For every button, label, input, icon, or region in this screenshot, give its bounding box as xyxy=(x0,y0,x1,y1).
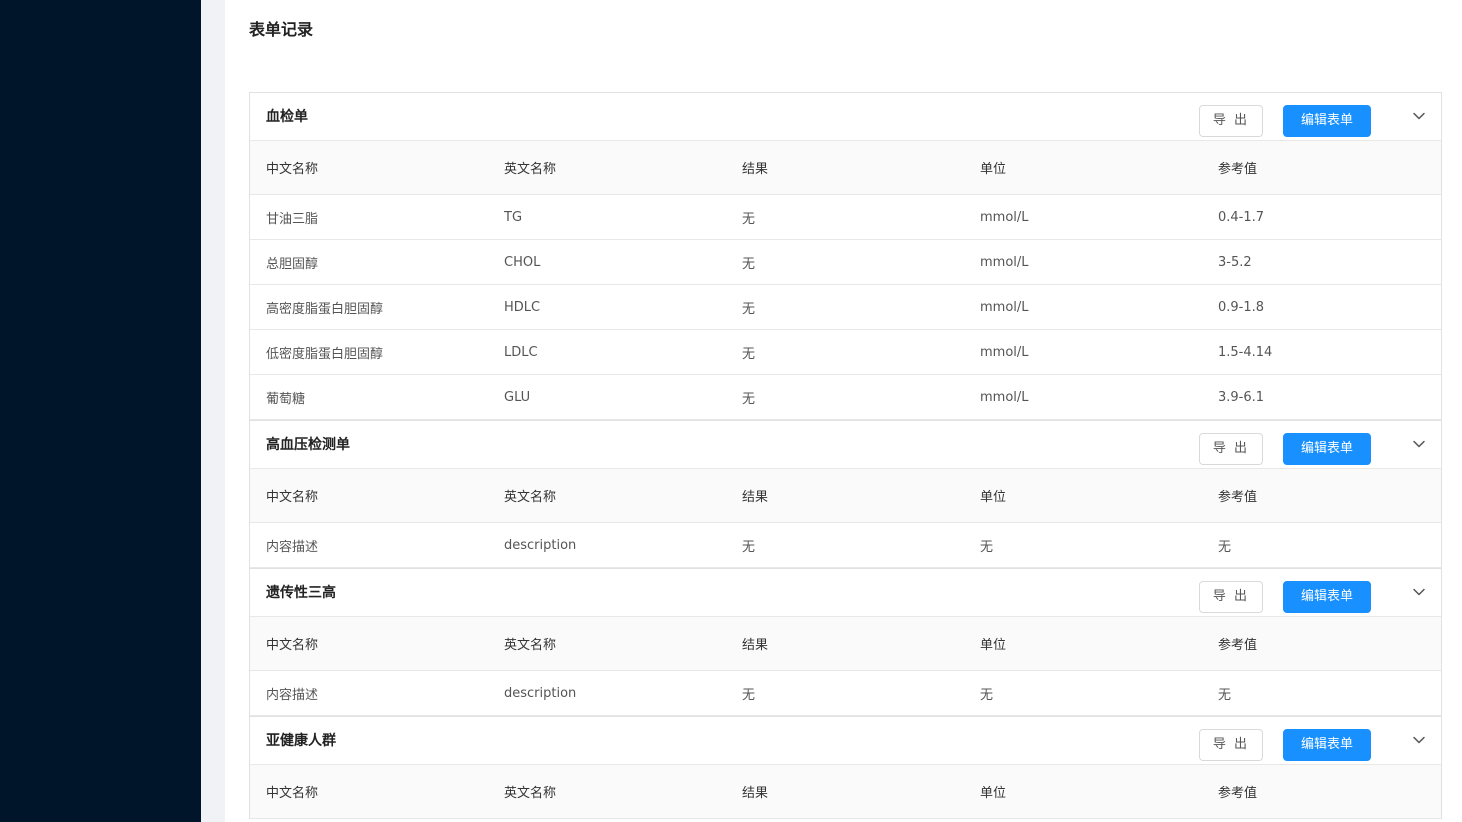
column-unit-cell: 无 xyxy=(980,687,994,703)
column-cn-name-cell: 内容描述 xyxy=(266,539,319,555)
column-unit-cell: 无 xyxy=(980,539,994,555)
column-unit-cell: mmol/L xyxy=(980,299,1029,315)
column-result-header: 结果 xyxy=(742,162,769,177)
table-body: 甘油三脂 TG 无 mmol/L 0.4-1.7 总胆固醇 CHOL 无 mmol/L 3-5.2… xyxy=(250,195,1441,420)
table-row: 总胆固醇 CHOL 无 mmol/L 3-5.2 xyxy=(250,240,1441,285)
table-row: 甘油三脂 TG 无 mmol/L 0.4-1.7 xyxy=(250,195,1441,240)
table-header-row: 中文名称 英文名称 结果 单位 参考值 xyxy=(250,617,1441,671)
column-result-cell: 无 xyxy=(742,211,756,227)
column-reference-cell: 0.9-1.8 xyxy=(1218,299,1265,315)
column-reference-cell: 无 xyxy=(1218,539,1232,555)
column-result-cell: 无 xyxy=(742,301,756,317)
column-result-cell: 无 xyxy=(742,256,756,272)
column-en-name-cell: description xyxy=(504,537,577,553)
column-cn-name-header: 中文名称 xyxy=(266,162,319,177)
table-body: 内容描述 description 无 无 无 xyxy=(250,523,1441,568)
chevron-down-icon[interactable] xyxy=(1412,585,1426,599)
table-header-row: 中文名称 英文名称 结果 单位 参考值 xyxy=(250,469,1441,523)
form-title: 亚健康人群 xyxy=(266,733,336,749)
column-cn-name-cell: 低密度脂蛋白胆固醇 xyxy=(266,346,384,362)
column-result-header: 结果 xyxy=(742,490,769,505)
column-reference-header: 参考值 xyxy=(1218,490,1258,505)
column-en-name-header: 英文名称 xyxy=(504,490,557,505)
form-panel: 高血压检测单 导 出 编辑表单 中文名称 英文名称 结果 单位 参考值 内容描述 desc… xyxy=(249,420,1442,568)
table-header-row: 中文名称 英文名称 结果 单位 参考值 xyxy=(250,141,1441,195)
column-unit-cell: mmol/L xyxy=(980,209,1029,225)
column-unit-cell: mmol/L xyxy=(980,389,1029,405)
form-panel-header[interactable]: 遗传性三高 导 出 编辑表单 xyxy=(250,569,1441,617)
column-result-cell: 无 xyxy=(742,346,756,362)
export-button[interactable]: 导 出 xyxy=(1199,729,1263,761)
column-unit-header: 单位 xyxy=(980,786,1007,801)
main-content: 表单记录 血检单 导 出 编辑表单 中文名称 英文名称 结果 单位 参考值 甘油三脂 TG… xyxy=(225,0,1462,822)
table-row: 高密度脂蛋白胆固醇 HDLC 无 mmol/L 0.9-1.8 xyxy=(250,285,1441,330)
column-en-name-header: 英文名称 xyxy=(504,786,557,801)
sidebar xyxy=(0,0,201,822)
column-en-name-cell: HDLC xyxy=(504,299,541,315)
column-cn-name-cell: 总胆固醇 xyxy=(266,256,319,272)
column-reference-header: 参考值 xyxy=(1218,162,1258,177)
column-unit-cell: mmol/L xyxy=(980,254,1029,270)
form-list: 血检单 导 出 编辑表单 中文名称 英文名称 结果 单位 参考值 甘油三脂 TG 无 mmol… xyxy=(249,92,1442,819)
page-title: 表单记录 xyxy=(249,20,314,39)
edit-form-button[interactable]: 编辑表单 xyxy=(1283,105,1371,137)
column-unit-header: 单位 xyxy=(980,638,1007,653)
column-result-cell: 无 xyxy=(742,539,756,555)
form-panel: 血检单 导 出 编辑表单 中文名称 英文名称 结果 单位 参考值 甘油三脂 TG 无 mmol… xyxy=(249,92,1442,420)
column-cn-name-cell: 高密度脂蛋白胆固醇 xyxy=(266,301,384,317)
form-title: 血检单 xyxy=(266,109,308,125)
column-result-header: 结果 xyxy=(742,786,769,801)
column-reference-cell: 3.9-6.1 xyxy=(1218,389,1265,405)
export-button[interactable]: 导 出 xyxy=(1199,433,1263,465)
column-en-name-header: 英文名称 xyxy=(504,162,557,177)
column-result-header: 结果 xyxy=(742,638,769,653)
form-panel: 遗传性三高 导 出 编辑表单 中文名称 英文名称 结果 单位 参考值 内容描述 descr… xyxy=(249,568,1442,716)
export-button[interactable]: 导 出 xyxy=(1199,581,1263,613)
form-panel-header[interactable]: 高血压检测单 导 出 编辑表单 xyxy=(250,421,1441,469)
chevron-down-icon[interactable] xyxy=(1412,437,1426,451)
column-unit-header: 单位 xyxy=(980,162,1007,177)
column-result-cell: 无 xyxy=(742,687,756,703)
table-row: 低密度脂蛋白胆固醇 LDLC 无 mmol/L 1.5-4.14 xyxy=(250,330,1441,375)
table-row: 内容描述 description 无 无 无 xyxy=(250,671,1441,716)
form-panel: 亚健康人群 导 出 编辑表单 中文名称 英文名称 结果 单位 参考值 xyxy=(249,716,1442,819)
form-title: 遗传性三高 xyxy=(266,585,336,601)
edit-form-button[interactable]: 编辑表单 xyxy=(1283,581,1371,613)
edit-form-button[interactable]: 编辑表单 xyxy=(1283,433,1371,465)
column-cn-name-cell: 甘油三脂 xyxy=(266,211,319,227)
column-reference-cell: 1.5-4.14 xyxy=(1218,344,1273,360)
column-unit-cell: mmol/L xyxy=(980,344,1029,360)
column-cn-name-cell: 葡萄糖 xyxy=(266,391,306,407)
column-reference-cell: 0.4-1.7 xyxy=(1218,209,1265,225)
column-cn-name-header: 中文名称 xyxy=(266,638,319,653)
table-row: 内容描述 description 无 无 无 xyxy=(250,523,1441,568)
column-reference-cell: 无 xyxy=(1218,687,1232,703)
table-row: 葡萄糖 GLU 无 mmol/L 3.9-6.1 xyxy=(250,375,1441,420)
column-result-cell: 无 xyxy=(742,391,756,407)
chevron-down-icon[interactable] xyxy=(1412,733,1426,747)
form-title: 高血压检测单 xyxy=(266,437,350,453)
table-body: 内容描述 description 无 无 无 xyxy=(250,671,1441,716)
column-en-name-cell: CHOL xyxy=(504,254,541,270)
form-panel-header[interactable]: 血检单 导 出 编辑表单 xyxy=(250,93,1441,141)
export-button[interactable]: 导 出 xyxy=(1199,105,1263,137)
column-en-name-cell: description xyxy=(504,685,577,701)
column-en-name-cell: TG xyxy=(504,209,523,225)
column-reference-header: 参考值 xyxy=(1218,786,1258,801)
edit-form-button[interactable]: 编辑表单 xyxy=(1283,729,1371,761)
column-cn-name-header: 中文名称 xyxy=(266,786,319,801)
column-en-name-header: 英文名称 xyxy=(504,638,557,653)
column-en-name-cell: GLU xyxy=(504,389,531,405)
column-reference-header: 参考值 xyxy=(1218,638,1258,653)
column-en-name-cell: LDLC xyxy=(504,344,538,360)
column-cn-name-cell: 内容描述 xyxy=(266,687,319,703)
chevron-down-icon[interactable] xyxy=(1412,109,1426,123)
table-header-row: 中文名称 英文名称 结果 单位 参考值 xyxy=(250,765,1441,819)
column-reference-cell: 3-5.2 xyxy=(1218,254,1252,270)
column-cn-name-header: 中文名称 xyxy=(266,490,319,505)
form-panel-header[interactable]: 亚健康人群 导 出 编辑表单 xyxy=(250,717,1441,765)
column-unit-header: 单位 xyxy=(980,490,1007,505)
